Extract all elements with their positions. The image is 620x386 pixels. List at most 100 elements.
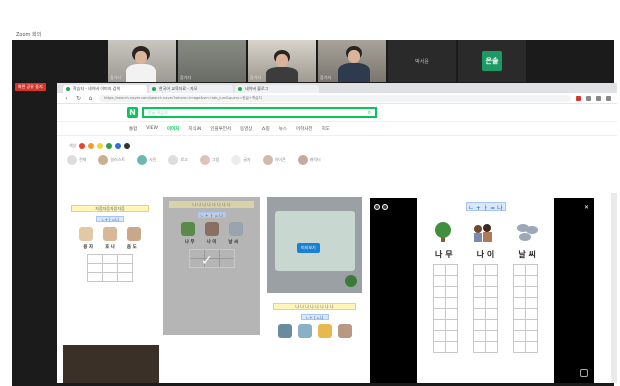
zoom-title: Zoom 회의: [16, 31, 42, 38]
reload-icon[interactable]: ↻: [75, 95, 82, 102]
participant-tile[interactable]: 은솔: [458, 40, 526, 82]
participant-video[interactable]: 참가자: [178, 40, 246, 82]
word-label: 음 도: [127, 244, 137, 250]
tab-kin[interactable]: 지식iN: [188, 126, 201, 132]
card-title: 나 나 나 나 나 나 나 나: [169, 201, 254, 208]
menu-icon[interactable]: [606, 95, 611, 101]
result-card[interactable]: 자음자음자음자음 ㄴ+ㅏ=나 용 자 호 나 음 도: [65, 201, 155, 341]
tab-video[interactable]: 동영상: [240, 126, 252, 132]
participant-name: 참가자: [110, 75, 122, 80]
tab-map[interactable]: 지도: [322, 126, 330, 132]
picture-icon: [317, 324, 332, 338]
filter-chip[interactable]: 로고: [168, 155, 188, 165]
home-icon[interactable]: ⌂: [87, 95, 94, 102]
extension-icon[interactable]: [586, 95, 591, 101]
syllable: 나: [110, 245, 115, 250]
word-row: 나 무 나 이 날 씨: [163, 239, 260, 245]
tab-strip: 학습지 - 네이버 이미지 검색 한국어 교육자료 - 자모 네이버 블로그: [57, 83, 617, 93]
result-card[interactable]: 나 나 나 나 나 나 나 나 ㄴ + ㅏ = 나 나 무 나 이 날 씨 ✓: [163, 197, 260, 335]
back-icon[interactable]: ‹: [63, 95, 70, 102]
participant-tile[interactable]: 박서윤: [388, 40, 456, 82]
search-icon[interactable]: ⌕: [368, 109, 371, 117]
filter-chip[interactable]: 사진: [137, 155, 156, 165]
weather-icon: [516, 224, 538, 241]
image-viewer: ✕ ㄴ + ㅏ = 나 나 무 나 이 날 씨: [370, 198, 594, 383]
filter-thumb: [297, 155, 308, 165]
filter-label: 사진: [149, 157, 157, 162]
filter-chip[interactable]: 아이콘: [262, 155, 286, 165]
fullscreen-icon[interactable]: [580, 369, 588, 377]
zoom-titlebar: Zoom 회의: [12, 28, 612, 40]
participant-video[interactable]: 참가자: [318, 40, 386, 82]
color-swatch[interactable]: [124, 143, 131, 149]
color-swatch[interactable]: [79, 143, 86, 149]
card-title: 나 나 나 나 나 나 나 나: [273, 303, 356, 310]
browser-tab[interactable]: 네이버 블로그: [235, 85, 319, 93]
page-scrollbar[interactable]: [611, 193, 617, 383]
syllable: 자: [88, 245, 94, 250]
close-icon[interactable]: ✕: [584, 204, 589, 211]
syllable: 나: [184, 240, 189, 245]
syllable: 용: [83, 245, 88, 250]
color-swatch[interactable]: [115, 143, 122, 149]
syllable: 음: [126, 245, 132, 250]
filter-thumb: [262, 155, 273, 165]
tab-shopping[interactable]: 쇼핑: [261, 126, 269, 132]
picture-row: [417, 221, 554, 243]
card-label: ㄴ+ㅏ=나: [96, 216, 124, 222]
naver-favicon-icon: [238, 87, 242, 91]
filter-chip[interactable]: 그림: [199, 155, 219, 165]
url-bar[interactable]: https://search.naver.com/search.naver?wh…: [99, 94, 571, 102]
writing-grid: [472, 264, 498, 353]
tab-dictionary[interactable]: 어학사전: [296, 126, 313, 132]
tree-icon: [180, 222, 195, 236]
picture-icon: [127, 227, 141, 241]
tab-label: 네이버 블로그: [245, 86, 269, 91]
zoom-icon[interactable]: [345, 275, 357, 287]
filter-thumb: [231, 155, 242, 165]
card-label: ㄴ + ㅏ = 나: [197, 212, 226, 218]
participant-video[interactable]: 참가자: [108, 40, 176, 82]
filter-thumb: [199, 155, 210, 165]
result-card[interactable]: 나 나 나 나 나 나 나 나 ㄴ+ㅏ=나: [267, 299, 362, 383]
family-icon: [474, 224, 493, 242]
extension-icon[interactable]: [576, 95, 581, 101]
filter-chip[interactable]: 일러스트: [98, 155, 125, 165]
bookmark-icon[interactable]: [596, 95, 601, 101]
filter-chip[interactable]: 전체: [67, 155, 86, 165]
writing-grid: [87, 254, 133, 282]
stop-share-button[interactable]: 화면 공유 중지: [15, 83, 46, 91]
shirt: [266, 67, 298, 82]
face: [276, 54, 288, 67]
tab-influencer[interactable]: 인플루언서: [210, 126, 231, 132]
browser-tab[interactable]: 한국어 교육자료 - 자모: [149, 85, 233, 93]
tab-all[interactable]: 통합: [129, 126, 137, 132]
prev-icon[interactable]: [374, 204, 380, 210]
word-label: 나 이: [477, 249, 495, 260]
filter-chip[interactable]: 글자: [231, 155, 251, 165]
search-input[interactable]: 한글 학습지 ⌕: [142, 107, 377, 118]
filter-label: 일러스트: [110, 157, 126, 162]
participant-video[interactable]: 참가자: [248, 40, 316, 82]
filter-label: 아이콘: [274, 157, 286, 162]
color-swatch[interactable]: [97, 143, 104, 149]
face: [348, 50, 360, 63]
color-label: 색상: [69, 143, 77, 148]
tab-view[interactable]: VIEW: [146, 126, 158, 131]
participant-name: 참가자: [320, 75, 332, 80]
filter-chip[interactable]: 캐릭터: [297, 155, 321, 165]
tab-image[interactable]: 이미지: [167, 126, 179, 132]
result-card[interactable]: 미리보기: [267, 197, 362, 293]
result-card[interactable]: [63, 345, 159, 383]
tab-news[interactable]: 뉴스: [279, 126, 287, 132]
browser-tab[interactable]: 학습지 - 네이버 이미지 검색: [63, 85, 147, 93]
filter-label: 로고: [180, 157, 188, 162]
next-icon[interactable]: [382, 204, 388, 210]
tab-label: 학습지 - 네이버 이미지 검색: [73, 86, 121, 91]
color-swatch[interactable]: [88, 143, 95, 149]
preview-chip[interactable]: 미리보기: [297, 243, 320, 253]
filter-label: 글자: [243, 157, 251, 162]
color-swatch[interactable]: [106, 143, 113, 149]
naver-logo[interactable]: N: [127, 107, 138, 118]
writing-grids: [417, 264, 554, 353]
